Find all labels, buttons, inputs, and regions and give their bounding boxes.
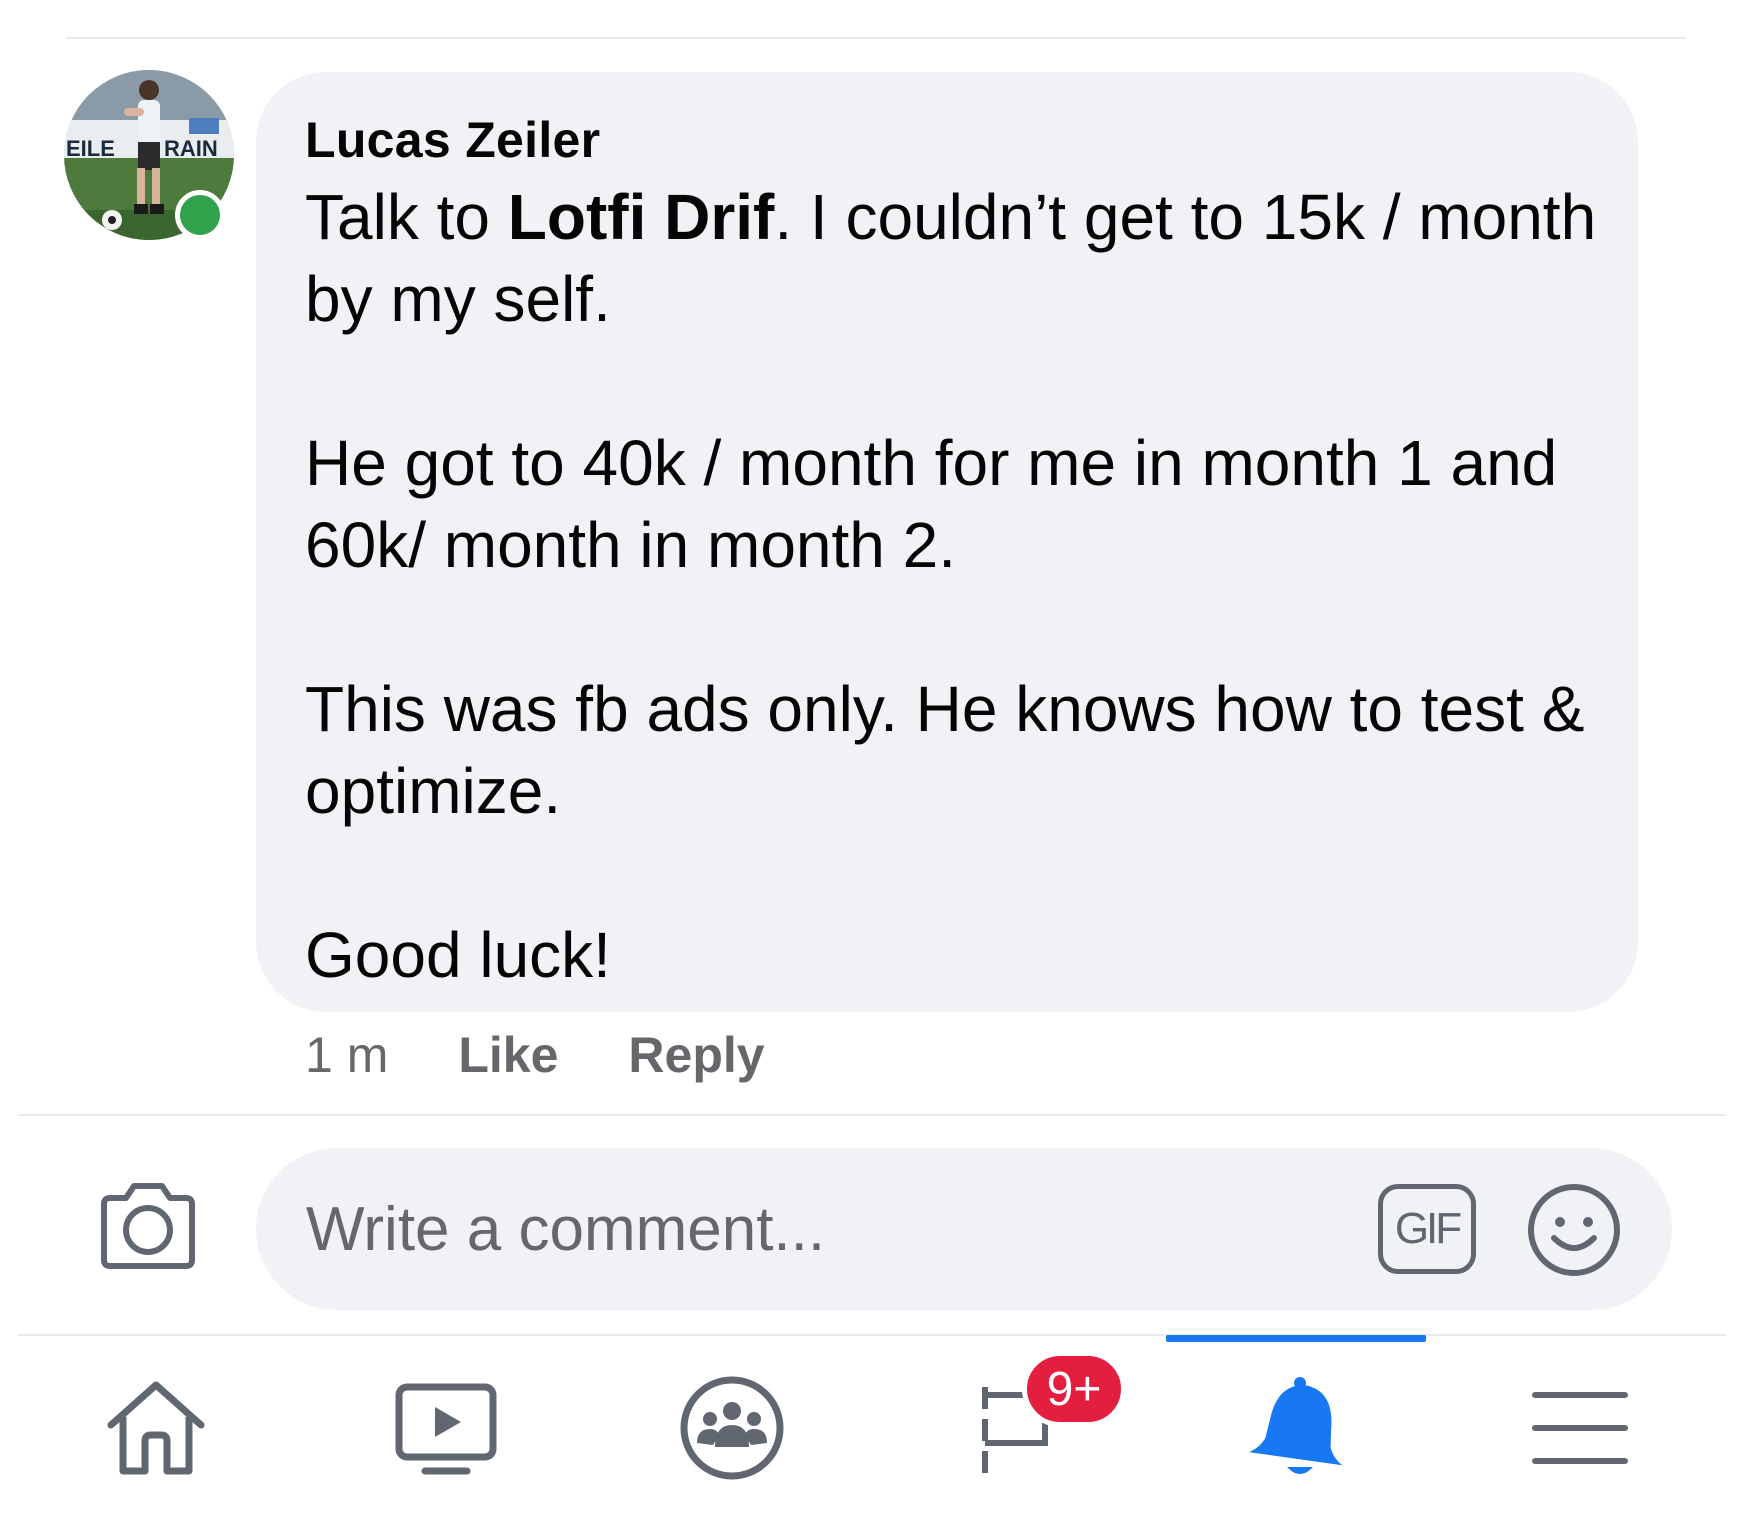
comment-timestamp[interactable]: 1 m <box>305 1026 388 1084</box>
nav-menu[interactable] <box>1520 1368 1640 1488</box>
nav-home[interactable] <box>96 1368 216 1488</box>
emoji-icon[interactable] <box>1526 1182 1622 1278</box>
camera-icon[interactable] <box>96 1180 200 1272</box>
home-icon <box>107 1381 205 1475</box>
mention-link[interactable]: Lotfi Drif <box>508 181 775 253</box>
comment-paragraph: He got to 40k / month for me in month 1 … <box>305 427 1558 581</box>
divider <box>18 1334 1726 1336</box>
comment-paragraph: Talk to Lotfi Drif. I couldn’t get to 15… <box>305 176 1598 340</box>
nav-groups[interactable] <box>672 1368 792 1488</box>
notifications-bell-icon <box>1249 1377 1343 1474</box>
nav-watch[interactable] <box>386 1368 506 1488</box>
active-tab-indicator <box>1166 1335 1426 1342</box>
comment-actions: 1 m Like Reply <box>305 1025 835 1085</box>
comment-composer: GIF <box>256 1148 1672 1310</box>
svg-text:EILE: EILE <box>66 136 115 161</box>
menu-icon <box>1532 1392 1628 1464</box>
watch-icon <box>395 1383 497 1475</box>
groups-icon <box>680 1376 784 1480</box>
like-button[interactable]: Like <box>458 1026 558 1084</box>
divider <box>18 1114 1726 1116</box>
comment-input[interactable] <box>306 1148 1356 1310</box>
comment-paragraph: Good luck! <box>305 919 611 991</box>
comment-body: Talk to Lotfi Drif. I couldn’t get to 15… <box>305 176 1598 996</box>
svg-text:RAIN: RAIN <box>164 136 218 161</box>
comment-text: Talk to <box>305 181 508 253</box>
nav-notifications[interactable] <box>1240 1368 1360 1488</box>
reply-button[interactable]: Reply <box>628 1026 764 1084</box>
comment-paragraph: This was fb ads only. He knows how to te… <box>305 673 1585 827</box>
top-divider <box>66 37 1686 39</box>
gif-button[interactable]: GIF <box>1378 1184 1476 1274</box>
comment-bubble: Lucas Zeiler Talk to Lotfi Drif. I could… <box>256 72 1638 1012</box>
comment-author[interactable]: Lucas Zeiler <box>305 108 1598 172</box>
notification-badge: 9+ <box>1022 1351 1126 1427</box>
online-status-indicator <box>175 190 225 240</box>
